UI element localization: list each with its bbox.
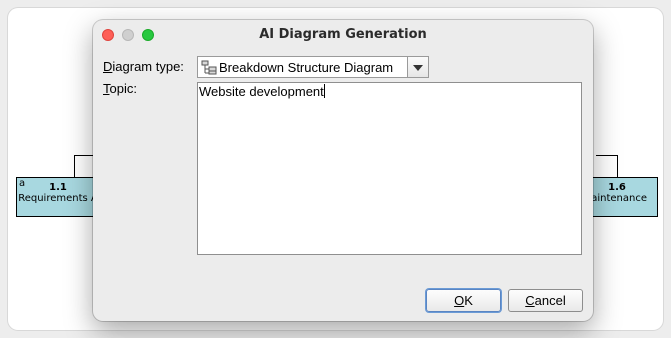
text-caret — [323, 84, 325, 98]
diagram-type-label-mnemonic: D — [103, 59, 113, 74]
cancel-button[interactable]: Cancel — [508, 289, 583, 312]
node-corner-label: a — [19, 178, 26, 189]
topic-label: Topic: — [103, 81, 137, 96]
breakdown-node[interactable]: a 1.1 Requirements A — [16, 177, 100, 217]
diagram-type-label: Diagram type: — [103, 59, 184, 74]
cancel-label: ancel — [534, 293, 566, 308]
topic-text: Website development — [199, 84, 324, 99]
breakdown-structure-icon — [201, 60, 217, 75]
ai-diagram-generation-dialog: AI Diagram Generation Diagram type: Brea… — [93, 20, 593, 321]
diagram-type-select[interactable]: Breakdown Structure Diagram — [197, 56, 429, 78]
diagram-type-label-text: iagram type: — [112, 59, 184, 74]
dialog-title: AI Diagram Generation — [259, 27, 427, 42]
connector-line — [617, 155, 618, 177]
maximize-window-button[interactable] — [142, 29, 154, 41]
chevron-down-icon[interactable] — [407, 56, 429, 78]
connector-line — [74, 155, 75, 177]
ok-mnemonic: O — [454, 293, 465, 308]
connector-line — [74, 155, 94, 156]
connector-line — [596, 155, 618, 156]
node-name: Requirements A — [18, 193, 98, 204]
diagram-type-value: Breakdown Structure Diagram — [219, 60, 394, 75]
ok-label: K — [464, 293, 473, 308]
node-number: 1.1 — [49, 182, 67, 193]
close-window-button[interactable] — [102, 29, 114, 41]
topic-textarea[interactable]: Website development — [197, 82, 582, 255]
minimize-window-button — [122, 29, 134, 41]
cancel-mnemonic: C — [525, 293, 535, 308]
topic-label-text: opic: — [109, 81, 137, 96]
ok-button[interactable]: OK — [426, 289, 501, 312]
